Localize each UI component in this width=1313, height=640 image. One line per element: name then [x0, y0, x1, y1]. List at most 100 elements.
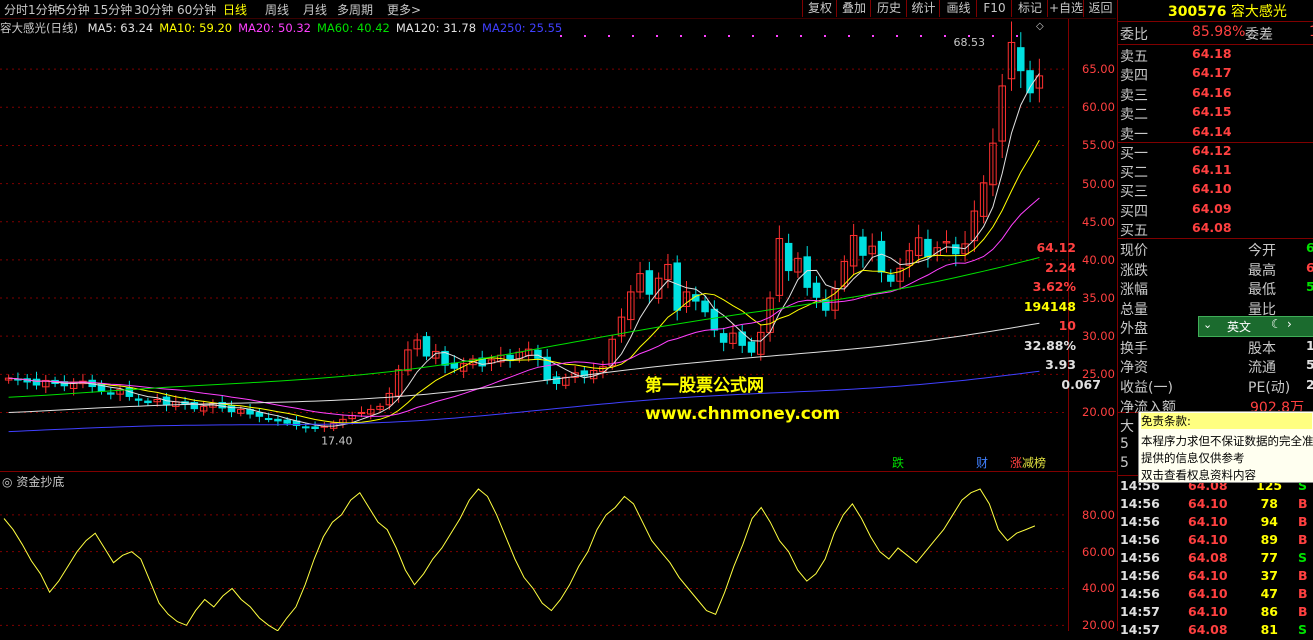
quote-row: 涨幅 3.62% 最低 5 [1033, 279, 1313, 298]
tick-row[interactable]: 14:57 64.10 86 B [1120, 604, 1308, 622]
disclaimer-line: 提供的信息仅供参考 [1141, 451, 1245, 465]
bid-row: 买二 64.11 [1120, 162, 1232, 181]
quote-value-2: 590 [1306, 357, 1313, 372]
tick-side: B [1298, 496, 1308, 511]
toolbar-button-7[interactable]: +自选 [1047, 0, 1084, 17]
price-tick-label: 65.00 [1082, 62, 1115, 77]
candle-body [311, 426, 319, 430]
toolbar-button-8[interactable]: 返回 [1083, 0, 1117, 17]
tick-row[interactable]: 14:56 64.10 78 B [1120, 496, 1308, 514]
toolbar-button-6[interactable]: 标记 [1011, 0, 1048, 17]
quote-label-2: 流通 [1248, 360, 1276, 376]
toolbar-button-2[interactable]: 历史 [870, 0, 907, 17]
signal-dot [848, 35, 850, 37]
quote-row: 净资 3.93 流通 590 [1045, 357, 1313, 376]
event-tag-reduce-list[interactable]: 减榜 [1022, 454, 1046, 471]
candle-body [144, 400, 152, 404]
price-tick-label: 35.00 [1082, 291, 1115, 306]
ask-price: 64.15 [1192, 104, 1232, 120]
tick-side: B [1298, 586, 1308, 601]
indicator-tick-label: 80.00 [1082, 507, 1115, 522]
tick-row[interactable]: 14:57 64.08 81 S [1120, 622, 1307, 640]
toolbar-button-4[interactable]: 画线 [939, 0, 977, 17]
signal-dot [656, 35, 658, 37]
partial-row-1: 5 [1120, 436, 1129, 452]
indicator-line [3, 488, 1036, 631]
ask-label: 卖四 [1120, 68, 1148, 85]
candlestick-chart[interactable]: 68.53 17.40 ◇ [0, 19, 1068, 471]
indicator-tick-label: 40.00 [1082, 581, 1115, 596]
ask-row: 卖五 64.18 [1120, 46, 1232, 65]
english-toggle[interactable]: ⌄ 英文 ☾ › [1198, 316, 1313, 337]
diamond-icon[interactable]: ◇ [1036, 21, 1044, 32]
tick-row[interactable]: 14:56 64.08 77 S [1120, 550, 1307, 568]
ma-line-2 [8, 197, 1040, 417]
tick-row[interactable]: 14:56 64.10 94 B [1120, 514, 1308, 532]
signal-dot [608, 35, 610, 37]
period-tab-6[interactable]: 日线 [223, 1, 247, 18]
candle-body [747, 341, 756, 353]
period-tab-0[interactable]: 分时 [4, 1, 28, 18]
event-tag-finance[interactable]: 财 [976, 454, 988, 471]
tick-time: 14:56 [1120, 514, 1160, 529]
arrow-right-icon[interactable]: › [1287, 317, 1292, 331]
period-tab-3[interactable]: 15分钟 [93, 1, 132, 18]
ask-label: 卖二 [1120, 107, 1148, 124]
ask-label: 卖三 [1120, 87, 1148, 104]
stock-header: 300576 容大感光 [1168, 1, 1287, 20]
quote-label: 涨幅 [1120, 282, 1148, 298]
signal-dot [896, 35, 898, 37]
period-tab-8[interactable]: 月线 [303, 1, 327, 18]
tick-volume: 94 [1260, 514, 1278, 529]
disclaimer-popup[interactable]: 免责条款: 本程序力求但不保证数据的完全准 提供的信息仅供参考 双击查看权息资料… [1138, 411, 1313, 483]
period-tab-9[interactable]: 多周期 [337, 1, 373, 18]
quote-label: 总量 [1120, 301, 1148, 318]
disclaimer-line: 本程序力求但不保证数据的完全准 [1141, 434, 1313, 448]
tick-price: 64.10 [1188, 532, 1228, 547]
toolbar-button-3[interactable]: 统计 [906, 0, 940, 17]
tick-time: 14:57 [1120, 622, 1160, 637]
tick-time: 14:56 [1120, 532, 1160, 547]
ask-label: 卖一 [1120, 126, 1148, 143]
candle-body [283, 419, 291, 424]
stock-name: 容大感光 [1230, 4, 1287, 20]
tick-row[interactable]: 14:56 64.10 47 B [1120, 586, 1308, 604]
tick-price: 64.10 [1188, 604, 1228, 619]
tick-row[interactable]: 14:56 64.10 89 B [1120, 532, 1308, 550]
quote-value-2: 6 [1306, 240, 1313, 255]
quote-row: 涨跌 2.24 最高 6 [1045, 260, 1313, 279]
period-tab-1[interactable]: 1分钟 [28, 1, 60, 18]
ask-row: 卖二 64.15 [1120, 104, 1232, 124]
quote-label: 外盘 [1120, 321, 1148, 337]
ask-price: 64.16 [1192, 84, 1232, 100]
tick-side: B [1298, 568, 1308, 583]
chevron-down-icon[interactable]: ⌄ [1203, 318, 1212, 331]
quote-label: 现价 [1120, 243, 1148, 259]
period-tab-2[interactable]: 5分钟 [58, 1, 90, 18]
toolbar-button-0[interactable]: 复权 [802, 0, 837, 17]
candle-body [422, 336, 431, 357]
period-tab-7[interactable]: 周线 [265, 1, 289, 18]
ask-price: 64.17 [1192, 65, 1232, 81]
bid-label: 买三 [1120, 184, 1148, 201]
signal-dot [824, 35, 826, 37]
event-tag-rise[interactable]: 涨 [1010, 454, 1022, 471]
toolbar-button-5[interactable]: F10 [976, 0, 1012, 17]
moon-icon[interactable]: ☾ [1271, 317, 1282, 331]
quote-value-2: 5 [1306, 279, 1313, 294]
candle-body [32, 378, 41, 386]
signal-dot [800, 35, 802, 37]
period-tab-10[interactable]: 更多> [387, 1, 421, 18]
indicator-tick-label: 20.00 [1082, 618, 1115, 633]
ask-row: 卖三 64.16 [1120, 85, 1232, 104]
event-tag-fall[interactable]: 跌 [892, 454, 904, 471]
toolbar-button-1[interactable]: 叠加 [836, 0, 871, 17]
tick-volume: 78 [1260, 496, 1278, 511]
period-tab-5[interactable]: 60分钟 [177, 1, 216, 18]
tick-side: S [1298, 550, 1308, 565]
ask-label: 卖五 [1120, 49, 1148, 65]
period-tab-4[interactable]: 30分钟 [134, 1, 173, 18]
tick-row[interactable]: 14:56 64.10 37 B [1120, 568, 1308, 586]
candle-body [924, 238, 932, 258]
indicator-chart[interactable] [0, 472, 1068, 631]
